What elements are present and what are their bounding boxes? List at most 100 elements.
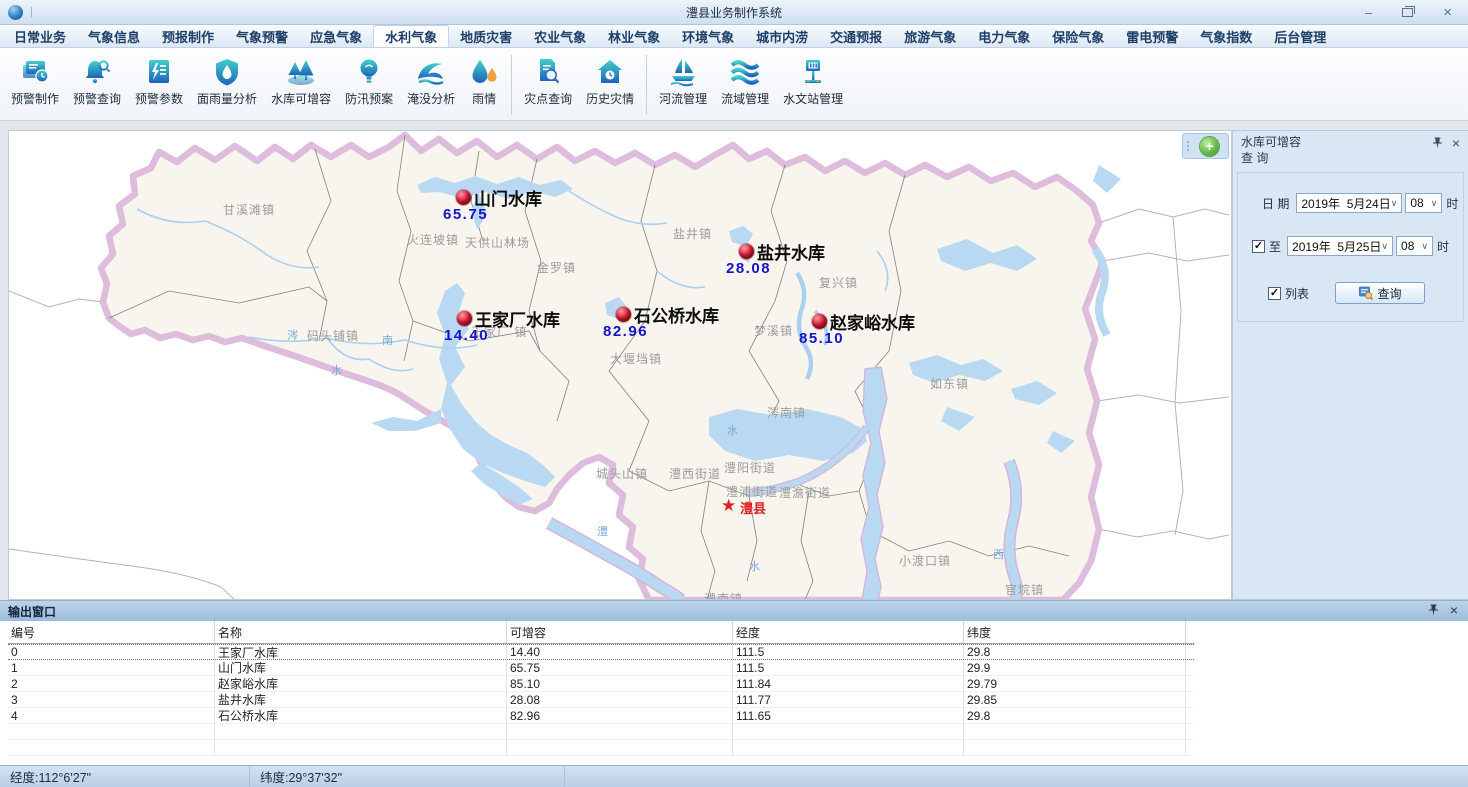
end-hour-select[interactable]: 08 ∨	[1396, 236, 1433, 256]
table-cell: 111.5	[733, 645, 964, 659]
menu-item[interactable]: 城市内涝	[745, 25, 819, 47]
table-cell: 石公桥水库	[215, 708, 507, 723]
menu-item[interactable]: 气象信息	[77, 25, 151, 47]
toolbar-item[interactable]: 历史灾情	[579, 53, 641, 107]
toolbar-item[interactable]: 防汛预案	[338, 53, 400, 107]
pin-icon[interactable]	[1433, 137, 1442, 149]
rain-info-icon	[469, 53, 499, 90]
table-cell: 1	[8, 660, 215, 675]
window-title: 澧县业务制作系统	[0, 4, 1468, 21]
table-row[interactable]: 4石公桥水库82.96111.6529.8	[8, 708, 1194, 724]
menu-item[interactable]: 环境气象	[671, 25, 745, 47]
table-header-cell[interactable]: 经度	[733, 621, 964, 643]
toolbar-item[interactable]: 水文站管理	[776, 53, 850, 107]
map-zoom-control[interactable]: +	[1182, 133, 1229, 159]
table-cell: 赵家峪水库	[215, 676, 507, 691]
menu-item[interactable]: 旅游气象	[893, 25, 967, 47]
menu-item[interactable]: 农业气象	[523, 25, 597, 47]
title-bar: | 澧县业务制作系统 – ×	[0, 0, 1468, 25]
to-date-checkbox[interactable]: ✓	[1252, 240, 1265, 253]
reservoir-marker[interactable]	[739, 244, 754, 259]
drag-handle-icon	[1187, 141, 1195, 151]
menu-item[interactable]: 保险气象	[1041, 25, 1115, 47]
toolbar-item-label: 历史灾情	[586, 90, 634, 107]
toolbar-item[interactable]: 雨情	[462, 53, 506, 107]
menu-item[interactable]: 地质灾害	[449, 25, 523, 47]
reservoir-marker[interactable]	[457, 311, 472, 326]
start-date-select[interactable]: 2019年 5月24日 ∨	[1296, 193, 1402, 213]
table-row[interactable]: 1山门水库65.75111.529.9	[8, 660, 1194, 676]
table-cell: 111.5	[733, 660, 964, 675]
toolbar-item[interactable]: 河流管理	[652, 53, 714, 107]
river-manage-icon	[667, 53, 699, 90]
zoom-in-icon[interactable]: +	[1200, 137, 1219, 156]
query-button[interactable]: 查询	[1335, 282, 1425, 304]
table-header-cell[interactable]: 编号	[8, 621, 215, 643]
table-cell: 29.8	[964, 645, 1186, 659]
toolbar-item[interactable]: 预警查询	[66, 53, 128, 107]
restore-icon[interactable]	[1402, 8, 1413, 17]
toolbar-item[interactable]: 水库可增容	[264, 53, 338, 107]
end-date-select[interactable]: 2019年 5月25日 ∨	[1287, 236, 1393, 256]
toolbar-item[interactable]: 灾点查询	[517, 53, 579, 107]
table-cell: 111.84	[733, 676, 964, 691]
menu-item[interactable]: 日常业务	[3, 25, 77, 47]
toolbar-item-label: 水库可增容	[271, 90, 331, 107]
alert-edit-icon	[19, 53, 51, 90]
menu-item[interactable]: 林业气象	[597, 25, 671, 47]
minimize-icon[interactable]: –	[1365, 6, 1372, 19]
hour-suffix: 时	[1446, 195, 1458, 212]
pin-icon[interactable]	[1429, 604, 1438, 616]
toolbar-separator	[511, 55, 512, 115]
table-header-cell[interactable]: 纬度	[964, 621, 1186, 643]
table-cell: 65.75	[507, 660, 733, 675]
status-bar: 经度:112°6'27" 纬度:29°37'32"	[0, 765, 1468, 787]
map-canvas[interactable]: 甘溪滩镇火连坡镇天供山林场金罗镇码头铺镇王家厂 镇盐井镇复兴镇梦溪镇大堰垱镇如东…	[8, 130, 1232, 600]
status-longitude: 经度:112°6'27"	[0, 766, 250, 787]
table-cell: 山门水库	[215, 660, 507, 675]
toolbar-item[interactable]: 预警参数	[128, 53, 190, 107]
toolbar-separator	[646, 55, 647, 115]
menu-item[interactable]: 应急气象	[299, 25, 373, 47]
table-cell: 王家厂水库	[215, 645, 507, 659]
alert-params-icon	[143, 53, 175, 90]
table-cell: 29.79	[964, 676, 1186, 691]
menu-item[interactable]: 电力气象	[967, 25, 1041, 47]
list-checkbox[interactable]: ✓	[1268, 287, 1281, 300]
reservoir-marker[interactable]	[456, 190, 471, 205]
menu-item[interactable]: 气象指数	[1189, 25, 1263, 47]
output-close-icon[interactable]: ×	[1450, 603, 1458, 617]
menu-item[interactable]: 雷电预警	[1115, 25, 1189, 47]
toolbar-item-label: 淹没分析	[407, 90, 455, 107]
hour-suffix: 时	[1437, 238, 1449, 255]
table-cell: 111.77	[733, 692, 964, 707]
toolbar-item[interactable]: 面雨量分析	[190, 53, 264, 107]
menu-item[interactable]: 预报制作	[151, 25, 225, 47]
table-cell: 3	[8, 692, 215, 707]
menu-item[interactable]: 水利气象	[373, 25, 449, 47]
close-icon[interactable]: ×	[1443, 5, 1452, 20]
reservoir-marker[interactable]	[812, 314, 827, 329]
reservoir-marker[interactable]	[616, 307, 631, 322]
basin-manage-icon	[728, 53, 762, 90]
table-header-cell[interactable]: 名称	[215, 621, 507, 643]
start-hour-select[interactable]: 08 ∨	[1405, 193, 1442, 213]
panel-close-icon[interactable]: ×	[1452, 136, 1460, 150]
toolbar-item-label: 灾点查询	[524, 90, 572, 107]
rain-analysis-icon	[211, 53, 243, 90]
toolbar-item[interactable]: 预警制作	[4, 53, 66, 107]
table-row[interactable]: 0王家厂水库14.40111.529.8	[8, 644, 1194, 660]
menu-item[interactable]: 后台管理	[1263, 25, 1337, 47]
toolbar-item-label: 预警参数	[135, 90, 183, 107]
menu-bar: 日常业务气象信息预报制作气象预警应急气象水利气象地质灾害农业气象林业气象环境气象…	[0, 25, 1468, 48]
table-cell: 29.8	[964, 708, 1186, 723]
table-row[interactable]: 3盐井水库28.08111.7729.85	[8, 692, 1194, 708]
output-header: 输出窗口 ×	[0, 601, 1468, 621]
toolbar-item[interactable]: 淹没分析	[400, 53, 462, 107]
table-header-cell[interactable]: 可增容	[507, 621, 733, 643]
menu-item[interactable]: 气象预警	[225, 25, 299, 47]
hydro-station-manage-icon	[797, 53, 829, 90]
table-row[interactable]: 2赵家峪水库85.10111.8429.79	[8, 676, 1194, 692]
menu-item[interactable]: 交通预报	[819, 25, 893, 47]
toolbar-item[interactable]: 流域管理	[714, 53, 776, 107]
